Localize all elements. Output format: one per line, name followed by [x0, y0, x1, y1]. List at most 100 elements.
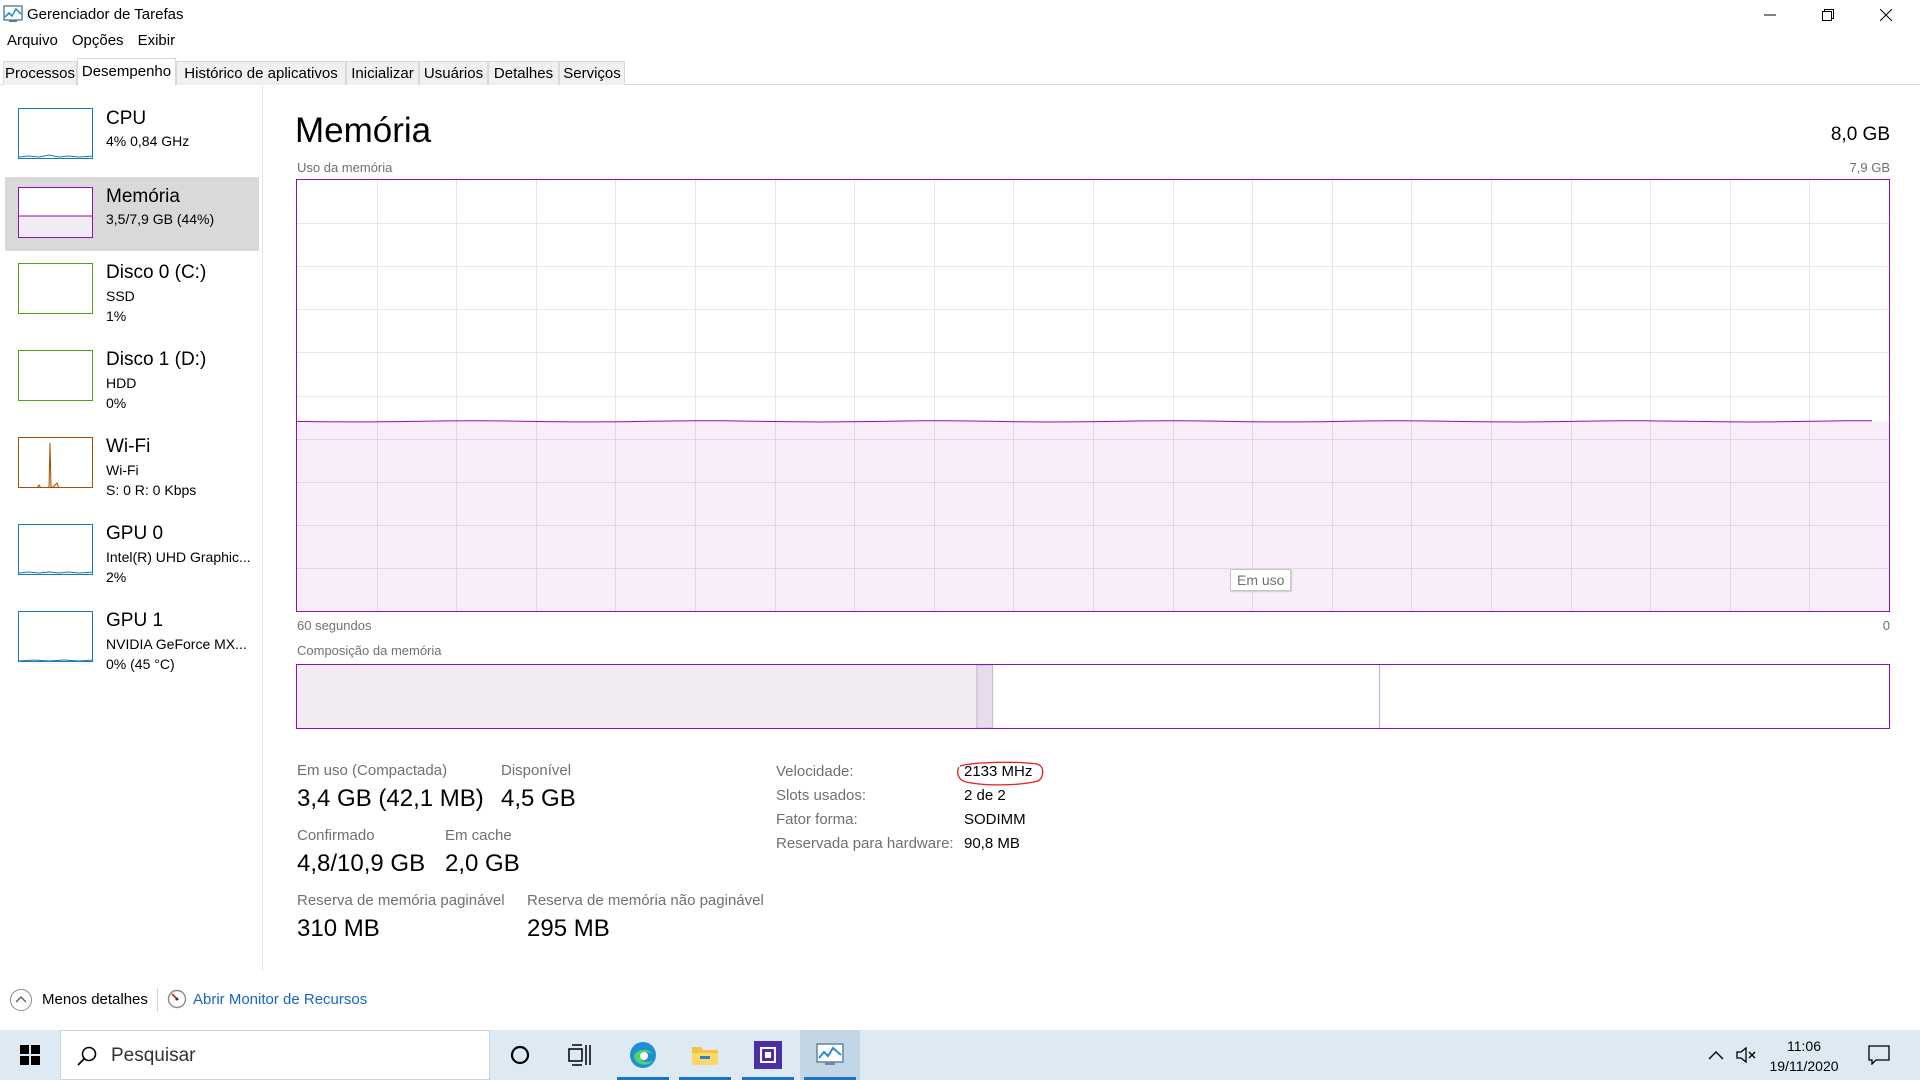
sidebar-item-usage: 1% [106, 308, 127, 324]
minimize-button[interactable] [1741, 0, 1799, 30]
cached-label: Em cache [445, 827, 512, 844]
time-axis-right: 0 [1882, 618, 1890, 633]
minimize-icon [1764, 14, 1776, 16]
sidebar-item-usage: 2% [106, 569, 127, 585]
sidebar-item-detail: Wi-Fi [106, 462, 139, 478]
restore-icon [1822, 9, 1834, 21]
close-icon [1880, 9, 1892, 21]
task-manager-taskbar-button[interactable] [800, 1030, 860, 1080]
window-title: Gerenciador de Tarefas [27, 6, 184, 23]
sidebar-item-detail: Intel(R) UHD Graphic... [106, 549, 251, 565]
clock-time: 11:06 [1787, 1038, 1821, 1054]
sidebar-item-label: GPU 0 [106, 523, 164, 544]
wifi-thumbnail [18, 437, 93, 488]
footer-divider [157, 988, 158, 1012]
sidebar-item-detail: 3,5/7,9 GB (44%) [106, 211, 215, 227]
sidebar-item-gpu-1[interactable]: GPU 1 NVIDIA GeForce MX... 0% (45 °C) [5, 605, 259, 679]
nonpaged-pool-label: Reserva de memória não paginável [527, 892, 764, 909]
taskbar-clock[interactable]: 11:06 19/11/2020 [1760, 1036, 1848, 1076]
tab-inicializar[interactable]: Inicializar [346, 61, 419, 85]
open-resource-monitor-link[interactable]: Abrir Monitor de Recursos [193, 991, 367, 1008]
task-view-icon [568, 1044, 591, 1066]
folder-icon [692, 1047, 718, 1065]
in-use-tooltip: Em uso [1230, 569, 1292, 591]
volume-button[interactable] [1735, 1044, 1757, 1066]
restore-button[interactable] [1799, 0, 1857, 30]
page-title: Memória [295, 111, 432, 150]
taskbar: Pesquisar 11:06 19/11/2020 [0, 1030, 1920, 1080]
tab-desempenho[interactable]: Desempenho [77, 58, 176, 86]
tab-bar: Processos Desempenho Histórico de aplica… [0, 57, 1920, 86]
volume-muted-icon [1736, 1046, 1756, 1064]
processor-app-icon [754, 1041, 782, 1069]
in-use-label: Em uso (Compactada) [297, 762, 448, 779]
composition-in-use[interactable] [297, 665, 977, 728]
action-center-button[interactable] [1868, 1044, 1890, 1066]
memory-thumbnail [18, 187, 93, 238]
usage-graph-label: Uso da memória [297, 160, 393, 175]
tab-historico[interactable]: Histórico de aplicativos [176, 61, 346, 85]
chevron-up-icon[interactable] [10, 989, 32, 1011]
gpu-thumbnail [18, 524, 93, 575]
tab-servicos[interactable]: Serviços [559, 61, 625, 85]
sidebar-item-disco-0[interactable]: Disco 0 (C:) SSD 1% [5, 257, 259, 331]
tab-processos[interactable]: Processos [3, 61, 77, 85]
search-icon [77, 1046, 97, 1066]
sidebar-item-detail: 4% 0,84 GHz [106, 133, 190, 149]
committed-value: 4,8/10,9 GB [297, 850, 426, 877]
tab-usuarios[interactable]: Usuários [419, 61, 488, 85]
sidebar-item-label: Wi-Fi [106, 436, 151, 457]
available-value: 4,5 GB [501, 785, 576, 812]
form-factor-value: SODIMM [964, 811, 1026, 828]
red-annotation-circle [957, 761, 1044, 786]
composition-canvas [297, 665, 1381, 728]
sidebar-item-disco-1[interactable]: Disco 1 (D:) HDD 0% [5, 344, 259, 418]
sidebar-item-label: Disco 0 (C:) [106, 262, 207, 283]
sidebar-item-detail: SSD [106, 288, 135, 304]
sidebar-item-label: GPU 1 [106, 610, 164, 631]
nonpaged-pool-value: 295 MB [527, 915, 610, 942]
search-placeholder: Pesquisar [111, 1045, 196, 1066]
sidebar-item-memoria[interactable]: Memória 3,5/7,9 GB (44%) [5, 177, 259, 251]
chip-app-button[interactable] [738, 1030, 798, 1080]
sidebar-item-detail: NVIDIA GeForce MX... [106, 636, 247, 652]
sidebar-item-usage: S: 0 R: 0 Kbps [106, 482, 197, 498]
close-button[interactable] [1857, 0, 1915, 30]
start-button[interactable] [0, 1030, 60, 1080]
usage-graph-canvas [297, 180, 1889, 611]
resource-sidebar: CPU 4% 0,84 GHz Memória 3,5/7,9 GB (44%)… [0, 86, 263, 970]
composition-modified[interactable] [976, 665, 994, 728]
cached-value: 2,0 GB [445, 850, 520, 877]
show-hidden-icons-button[interactable] [1705, 1044, 1727, 1066]
menu-bar: Arquivo Opções Exibir [0, 30, 182, 52]
disk-thumbnail [18, 263, 93, 314]
taskbar-search-box[interactable]: Pesquisar [60, 1030, 490, 1080]
sidebar-item-usage: 0% (45 °C) [106, 656, 175, 672]
less-details-button[interactable]: Menos detalhes [42, 991, 148, 1008]
cortana-circle-icon [510, 1045, 530, 1065]
paged-pool-value: 310 MB [297, 915, 380, 942]
in-use-value: 3,4 GB (42,1 MB) [297, 785, 484, 812]
composition-label: Composição da memória [297, 643, 442, 658]
speed-label: Velocidade: [776, 763, 854, 780]
edge-browser-icon [630, 1042, 656, 1068]
sidebar-item-wifi[interactable]: Wi-Fi Wi-Fi S: 0 R: 0 Kbps [5, 431, 259, 505]
file-explorer-button[interactable] [675, 1030, 735, 1080]
tab-detalhes[interactable]: Detalhes [488, 61, 559, 85]
memory-total: 8,0 GB [1830, 124, 1890, 145]
sidebar-item-cpu[interactable]: CPU 4% 0,84 GHz [5, 102, 259, 176]
menu-arquivo[interactable]: Arquivo [0, 30, 65, 52]
slots-value: 2 de 2 [964, 787, 1006, 804]
hardware-reserved-value: 90,8 MB [964, 835, 1020, 852]
cortana-button[interactable] [490, 1030, 550, 1080]
cpu-thumbnail [18, 108, 93, 159]
disk-thumbnail [18, 350, 93, 401]
menu-exibir[interactable]: Exibir [131, 30, 183, 52]
task-view-button[interactable] [550, 1030, 610, 1080]
sidebar-item-gpu-0[interactable]: GPU 0 Intel(R) UHD Graphic... 2% [5, 518, 259, 592]
sidebar-item-usage: 0% [106, 395, 127, 411]
edge-app-button[interactable] [613, 1030, 673, 1080]
chevron-up-icon [1708, 1051, 1724, 1060]
menu-opcoes[interactable]: Opções [65, 30, 131, 52]
notification-icon [1868, 1045, 1890, 1065]
